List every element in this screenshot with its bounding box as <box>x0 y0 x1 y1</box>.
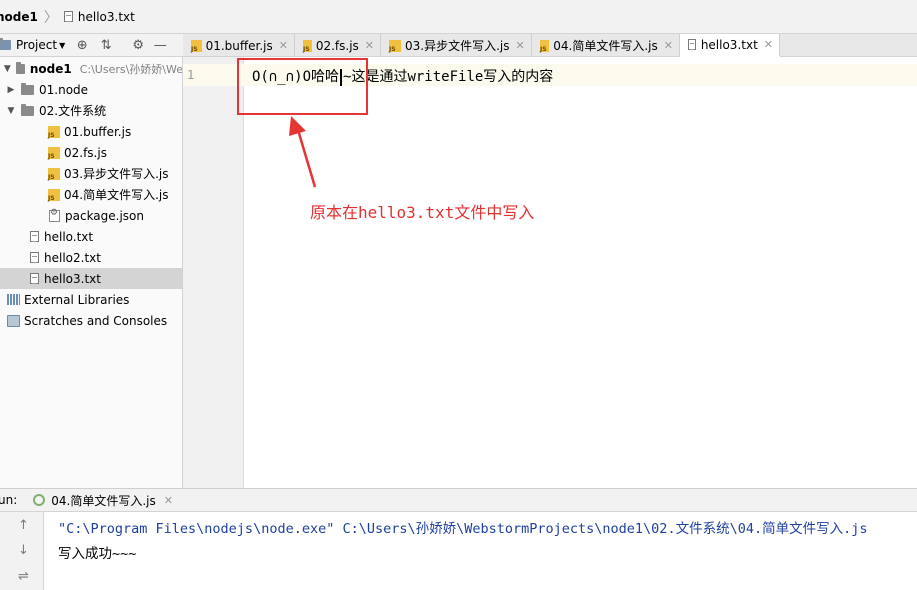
annotation-text: 原本在hello3.txt文件中写入 <box>310 203 535 222</box>
text-file-icon <box>30 252 39 263</box>
locate-target-icon[interactable]: ⊕ <box>73 36 91 54</box>
run-config-label: 04.简单文件写入.js <box>51 493 156 508</box>
close-icon[interactable]: ✕ <box>664 39 673 52</box>
tree-item-hello[interactable]: hello.txt <box>0 226 182 247</box>
tab-label: 02.fs.js <box>315 38 359 53</box>
tree-item-label: 01.node <box>39 82 89 97</box>
tree-item-01-node[interactable]: ▶ 01.node <box>0 79 182 100</box>
library-icon <box>7 294 20 305</box>
chevron-right-icon[interactable]: ▶ <box>5 85 17 95</box>
chevron-down-icon[interactable]: ▼ <box>3 64 12 74</box>
settings-gear-icon[interactable]: ⚙ <box>129 36 147 54</box>
soft-wrap-icon[interactable]: ⇌ <box>18 569 29 584</box>
breadcrumb-separator-icon: 〉 <box>43 9 58 26</box>
tree-item-hello2[interactable]: hello2.txt <box>0 247 182 268</box>
tree-item-label: Scratches and Consoles <box>24 313 168 328</box>
tree-item-02-fs-folder[interactable]: ▼ 02.文件系统 <box>0 100 182 121</box>
line-number: 1 <box>187 68 195 82</box>
tree-item-external-libraries[interactable]: External Libraries <box>0 289 182 310</box>
close-icon[interactable]: ✕ <box>164 494 173 507</box>
tab-03-async-write[interactable]: 03.异步文件写入.js ✕ <box>381 34 532 57</box>
project-tree: ▼ node1 C:\Users\孙娇娇\We ▶ 01.node ▼ 02.文… <box>0 57 183 488</box>
tree-root-label: node1 <box>29 61 72 76</box>
tab-04-simple-write[interactable]: 04.简单文件写入.js ✕ <box>532 34 680 57</box>
breadcrumb: node1 〉 hello3.txt <box>0 0 917 34</box>
tab-hello3[interactable]: hello3.txt ✕ <box>680 34 780 57</box>
tree-item-label: 04.简单文件写入.js <box>64 188 169 202</box>
close-icon[interactable]: ✕ <box>764 38 773 51</box>
close-icon[interactable]: ✕ <box>365 39 374 52</box>
project-folder-icon <box>0 38 11 50</box>
folder-icon <box>21 103 34 116</box>
console-output-line: 写入成功~~~ <box>58 546 137 562</box>
editor-tab-bar: 01.buffer.js ✕ 02.fs.js ✕ 03.异步文件写入.js ✕… <box>183 34 917 57</box>
folder-icon <box>15 61 25 74</box>
tab-label: 01.buffer.js <box>205 38 273 53</box>
node-run-icon <box>33 494 46 506</box>
js-file-icon <box>303 39 312 53</box>
js-file-icon <box>48 125 60 139</box>
text-file-icon <box>688 39 696 50</box>
scroll-up-icon[interactable]: ↑ <box>18 518 29 533</box>
tree-item-label: hello.txt <box>44 229 94 244</box>
tree-item-label: package.json <box>65 208 145 223</box>
breadcrumb-file-label: hello3.txt <box>77 9 135 24</box>
tree-item-node1[interactable]: ▼ node1 C:\Users\孙娇娇\We <box>0 58 183 79</box>
tree-item-label: External Libraries <box>24 292 130 307</box>
tree-item-03-async[interactable]: 03.异步文件写入.js <box>0 163 182 184</box>
chevron-down-icon[interactable]: ▼ <box>5 106 17 116</box>
js-file-icon <box>48 167 60 181</box>
js-file-icon <box>389 39 401 53</box>
tree-item-scratches[interactable]: Scratches and Consoles <box>0 310 182 331</box>
tree-item-label: 02.fs.js <box>64 145 107 160</box>
tree-item-04-simple[interactable]: 04.简单文件写入.js <box>0 184 182 205</box>
tab-label: 04.简单文件写入.js <box>553 39 658 53</box>
run-console-output[interactable]: "C:\Program Files\nodejs\node.exe" C:\Us… <box>44 512 917 590</box>
console-command-line: "C:\Program Files\nodejs\node.exe" C:\Us… <box>58 521 868 537</box>
text-file-icon <box>63 11 73 22</box>
text-file-icon <box>30 273 39 284</box>
project-toolbar: Project ▼ ⊕ ⇅ ⚙ — <box>0 34 183 57</box>
js-file-icon <box>48 146 60 160</box>
annotation-highlight-box <box>237 58 368 115</box>
editor-area[interactable] <box>244 57 917 488</box>
tree-item-label: hello3.txt <box>44 271 101 286</box>
js-file-icon <box>48 188 60 202</box>
close-icon[interactable]: ✕ <box>279 39 288 52</box>
package-json-icon <box>49 208 60 222</box>
code-text-after-caret: ~这是通过writeFile写入的内容 <box>343 69 554 85</box>
project-view-dropdown[interactable]: Project ▼ <box>0 38 65 52</box>
tab-02-fs[interactable]: 02.fs.js ✕ <box>295 34 381 57</box>
tab-label: hello3.txt <box>700 37 758 52</box>
tree-item-label: 01.buffer.js <box>64 124 132 139</box>
tree-item-package-json[interactable]: package.json <box>0 205 182 226</box>
folder-icon <box>21 82 34 95</box>
run-panel-toolbar: ↑ ↓ ⇌ <box>0 512 44 590</box>
tree-item-hello3[interactable]: hello3.txt <box>0 268 182 289</box>
hide-panel-icon[interactable]: — <box>151 36 169 54</box>
run-panel-header: un: 04.简单文件写入.js ✕ <box>0 488 917 512</box>
tree-item-label: 03.异步文件写入.js <box>64 167 169 181</box>
scroll-down-icon[interactable]: ↓ <box>18 543 29 558</box>
text-file-icon <box>30 231 39 242</box>
tree-item-02-fs[interactable]: 02.fs.js <box>0 142 182 163</box>
tree-item-01-buffer[interactable]: 01.buffer.js <box>0 121 182 142</box>
project-view-label: Project <box>16 38 58 52</box>
tree-root-path: C:\Users\孙娇娇\We <box>79 62 183 76</box>
editor-gutter <box>183 57 244 488</box>
tab-label: 03.异步文件写入.js <box>405 39 510 53</box>
js-file-icon <box>540 39 550 53</box>
breadcrumb-file[interactable]: hello3.txt <box>63 0 135 34</box>
run-panel-label: un: <box>0 493 18 507</box>
dropdown-arrow-icon: ▼ <box>59 40 66 50</box>
scratches-icon <box>7 314 20 327</box>
tab-01-buffer[interactable]: 01.buffer.js ✕ <box>183 34 295 57</box>
tree-item-label: 02.文件系统 <box>39 104 107 118</box>
close-icon[interactable]: ✕ <box>516 39 525 52</box>
run-config-tab[interactable]: 04.简单文件写入.js ✕ <box>33 492 173 509</box>
tree-item-label: hello2.txt <box>44 250 101 265</box>
breadcrumb-root[interactable]: node1 <box>0 0 38 34</box>
js-file-icon <box>191 39 202 53</box>
collapse-all-icon[interactable]: ⇅ <box>97 36 115 54</box>
